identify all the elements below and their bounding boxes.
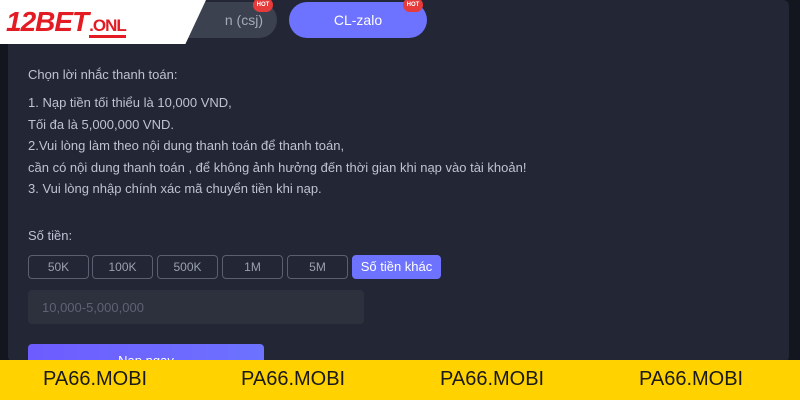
amount-option-1m[interactable]: 1M <box>222 255 283 279</box>
amount-input[interactable] <box>28 290 364 324</box>
logo-text: 12BET.ONL <box>6 6 127 38</box>
tab-payment-cl-zalo[interactable]: CL-zalo HOT <box>289 0 427 38</box>
instruction-line: 3. Vui lòng nhập chính xác mã chuyển tiề… <box>28 181 322 196</box>
instructions-title: Chọn lời nhắc thanh toán: <box>28 67 178 82</box>
footer-watermark: PA66.MOBI <box>440 368 545 390</box>
footer-banner: PA66.MOBI PA66.MOBI PA66.MOBI PA66.MOBI <box>0 360 800 400</box>
instruction-line: Tối đa là 5,000,000 VND. <box>28 116 174 132</box>
instructions-list: 1. Nạp tiền tối thiểu là 10,000 VND, Tối… <box>28 92 526 200</box>
site-logo[interactable]: 12BET.ONL <box>0 0 206 44</box>
hot-badge: HOT <box>403 0 423 12</box>
amount-label: Số tiền: <box>28 228 73 243</box>
instruction-line: 2.Vui lòng làm theo nội dung thanh toán … <box>28 138 345 153</box>
amount-option-50k[interactable]: 50K <box>28 255 89 279</box>
hot-badge: HOT <box>253 0 273 12</box>
amount-option-100k[interactable]: 100K <box>92 255 153 279</box>
instruction-line: 1. Nạp tiền tối thiểu là 10,000 VND, <box>28 95 232 110</box>
footer-watermark: PA66.MOBI <box>241 368 346 390</box>
footer-watermark: PA66.MOBI <box>639 368 744 390</box>
amount-option-custom[interactable]: Số tiền khác <box>352 255 441 279</box>
tab-label: CL-zalo <box>333 12 383 28</box>
amount-option-5m[interactable]: 5M <box>287 255 348 279</box>
footer-watermark: PA66.MOBI <box>43 368 148 390</box>
amount-option-500k[interactable]: 500K <box>157 255 218 279</box>
instruction-line: cần có nội dung thanh toán , để không ản… <box>28 159 527 175</box>
logo-suffix: .ONL <box>89 17 127 38</box>
